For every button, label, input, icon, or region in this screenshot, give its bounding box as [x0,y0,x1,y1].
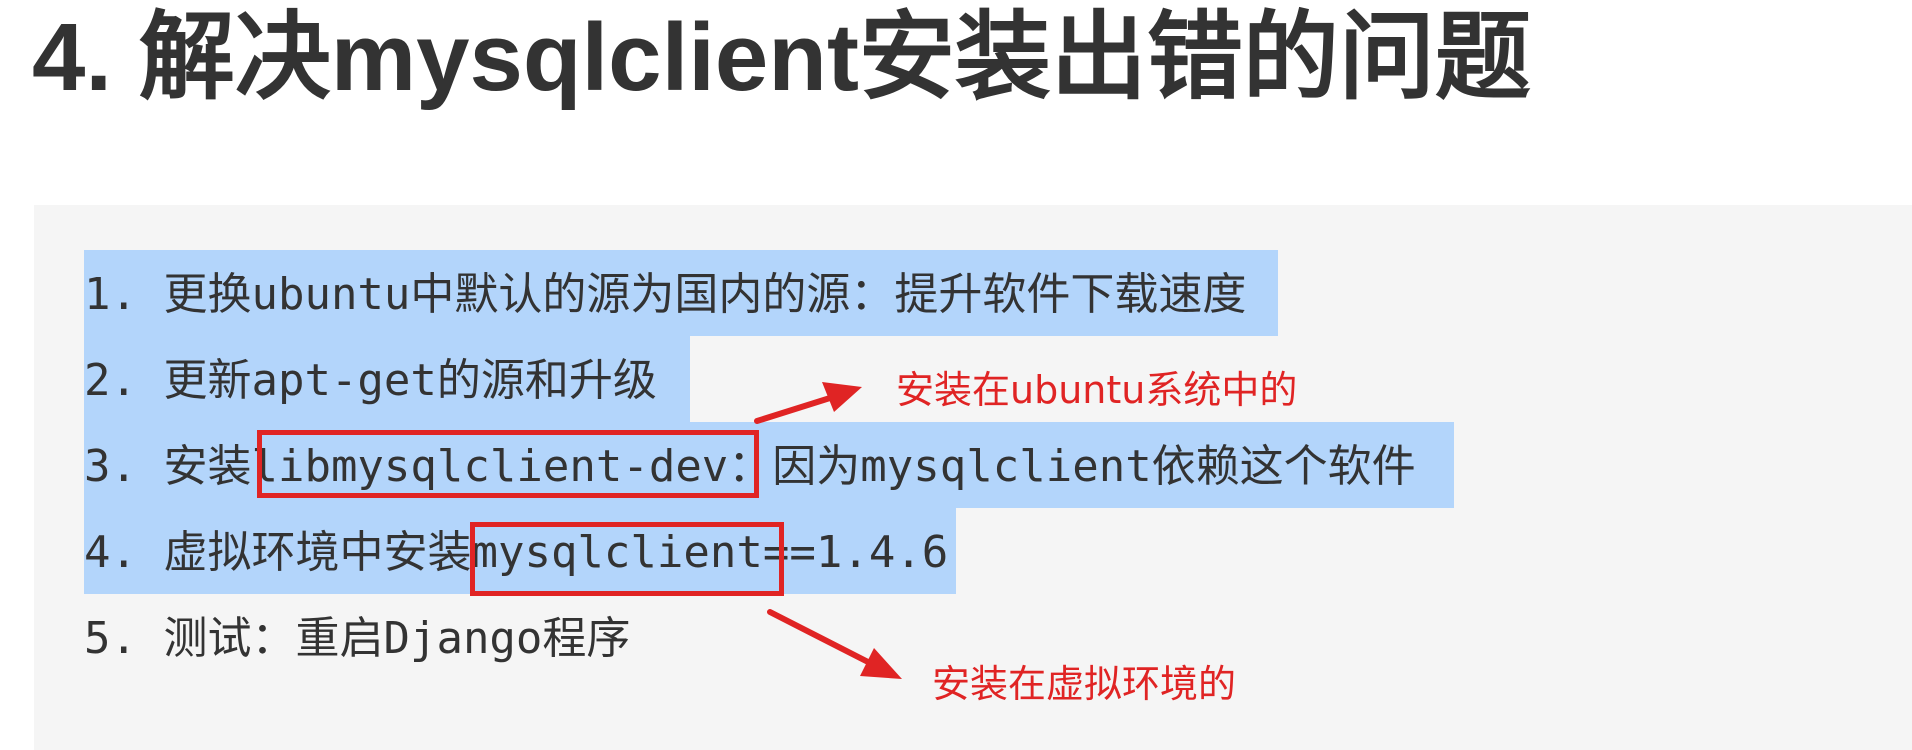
step-2: 2. 更新apt-get的源和升级 [84,355,657,406]
step-5: 5. 测试：重启Django程序 [84,613,631,664]
libmysqlclient-dev-box [257,430,759,498]
mysqlclient-box [470,522,784,596]
annotation-venv-install: 安装在虚拟环境的 [932,662,1237,706]
annotation-system-install: 安装在ubuntu系统中的 [896,368,1298,412]
step-1: 1. 更换ubuntu中默认的源为国内的源：提升软件下载速度 [84,269,1247,320]
page-title: 4. 解决mysqlclient安装出错的问题 [32,4,1531,111]
